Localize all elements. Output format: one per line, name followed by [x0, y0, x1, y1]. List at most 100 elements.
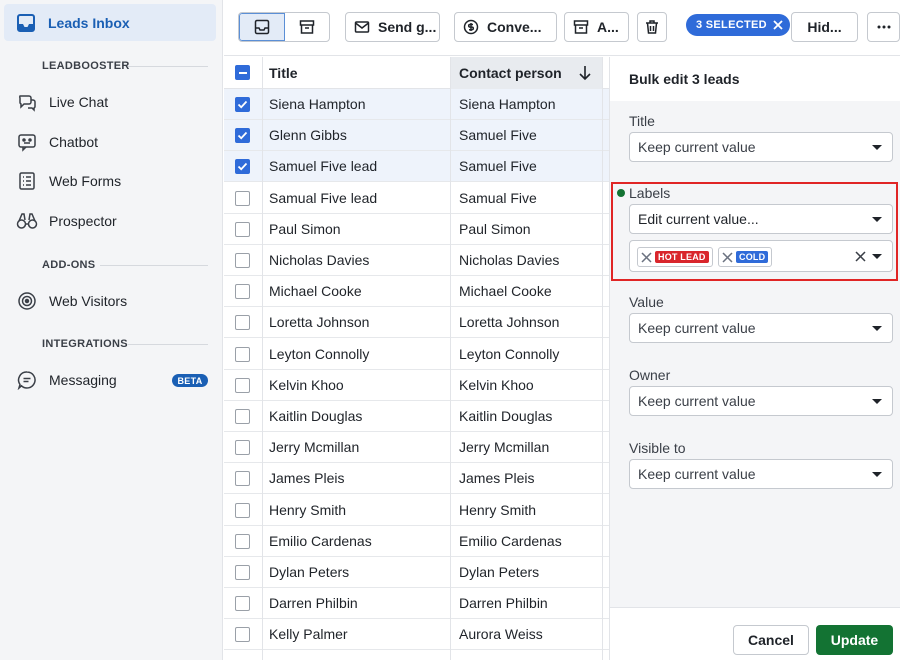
select-all-checkbox[interactable] [235, 65, 250, 80]
sidebar-item-web-forms[interactable]: Web Forms [16, 170, 216, 192]
table-row[interactable]: Samuel Five lead Samuel Five [224, 151, 609, 183]
cell-contact[interactable]: Emilio Cardenas [459, 526, 562, 556]
owner-select[interactable]: Keep current value [629, 386, 893, 416]
cell-contact[interactable]: Aurora Weiss [459, 619, 543, 649]
sort-arrow-down-icon[interactable] [578, 65, 592, 81]
archive-button[interactable]: A... [564, 12, 629, 42]
remove-tag-icon[interactable] [641, 251, 652, 263]
row-checkbox[interactable] [235, 253, 250, 268]
table-row[interactable]: Loretta Johnson Loretta Johnson [224, 307, 609, 339]
row-checkbox[interactable] [235, 596, 250, 612]
cell-contact[interactable]: Nicholas Davies [459, 245, 559, 275]
sidebar-item-prospector[interactable]: Prospector [16, 210, 216, 232]
table-row[interactable]: Jerry Mcmillan Jerry Mcmillan [224, 432, 609, 464]
cell-title[interactable]: Jerry Mcmillan [269, 432, 359, 462]
hide-button[interactable]: Hid... [791, 12, 858, 42]
convert-button[interactable]: Conve... [454, 12, 557, 42]
table-row[interactable]: Glenn Gibbs Samuel Five [224, 120, 609, 152]
cell-title[interactable]: Michael Cooke [269, 276, 362, 306]
delete-button[interactable] [637, 12, 667, 42]
table-row[interactable]: Dylan Peters Dylan Peters [224, 557, 609, 588]
table-row[interactable]: James Pleis James Pleis [224, 463, 609, 495]
visible-to-select[interactable]: Keep current value [629, 459, 893, 489]
remove-tag-icon[interactable] [722, 251, 733, 263]
value-select[interactable]: Keep current value [629, 313, 893, 343]
table-row[interactable]: Kaitlin Douglas Kaitlin Douglas [224, 401, 609, 432]
cell-contact[interactable]: Loretta Johnson [459, 307, 559, 337]
row-checkbox[interactable] [235, 159, 250, 175]
table-row[interactable]: Henry Smith Henry Smith [224, 495, 609, 526]
cell-title[interactable]: Nicholas Davies [269, 245, 369, 275]
cell-title[interactable]: Loretta Johnson [269, 307, 369, 337]
row-checkbox[interactable] [235, 440, 250, 456]
row-checkbox[interactable] [235, 502, 250, 518]
row-checkbox[interactable] [235, 190, 250, 206]
sidebar-item-leads-inbox[interactable]: Leads Inbox [4, 4, 216, 41]
cell-contact[interactable]: Samual Five [459, 183, 537, 213]
table-row[interactable]: Emilio Cardenas Emilio Cardenas [224, 526, 609, 557]
cell-title[interactable]: Henry Smith [269, 495, 346, 525]
cell-title[interactable]: James Pleis [269, 463, 344, 493]
labels-mode-select[interactable]: Edit current value... [629, 204, 893, 234]
cell-contact[interactable]: Leyton Connolly [459, 339, 559, 369]
row-checkbox[interactable] [235, 627, 250, 643]
cell-title[interactable]: Samuel Five lead [269, 151, 377, 181]
table-row[interactable]: Paul Simon Paul Simon [224, 214, 609, 245]
table-row[interactable]: Michael Cooke Michael Cooke [224, 276, 609, 308]
cell-contact[interactable]: James Pleis [459, 463, 534, 493]
row-checkbox[interactable] [235, 533, 250, 549]
selection-badge[interactable]: 3 SELECTED [686, 14, 790, 36]
cell-contact[interactable]: Siena Hampton [459, 89, 556, 119]
row-checkbox[interactable] [235, 97, 250, 112]
title-select[interactable]: Keep current value [629, 132, 893, 162]
row-checkbox[interactable] [235, 565, 250, 580]
send-button[interactable]: Send g... [345, 12, 440, 42]
cell-title[interactable]: Siena Hampton [269, 89, 366, 119]
cell-contact[interactable]: Paul Simon [459, 214, 531, 244]
sidebar-item-live-chat[interactable]: Live Chat [16, 91, 216, 113]
archive-view-button[interactable] [285, 13, 329, 41]
row-checkbox[interactable] [235, 128, 250, 144]
row-checkbox[interactable] [235, 315, 250, 331]
cell-title[interactable]: Leyton Connolly [269, 339, 369, 369]
table-row[interactable]: Nicholas Davies Nicholas Davies [224, 245, 609, 276]
cell-title[interactable]: Darren Philbin [269, 588, 358, 618]
cell-contact[interactable]: Jerry Mcmillan [459, 432, 549, 462]
sidebar-item-chatbot[interactable]: Chatbot [16, 131, 216, 153]
row-checkbox[interactable] [235, 346, 250, 362]
cell-title[interactable]: Dylan Peters [269, 557, 349, 587]
row-checkbox[interactable] [235, 409, 250, 424]
cell-title[interactable]: Emilio Cardenas [269, 526, 372, 556]
table-row[interactable]: Darren Philbin Darren Philbin [224, 588, 609, 620]
sidebar-item-web-visitors[interactable]: Web Visitors [16, 290, 216, 312]
cell-contact[interactable]: Kaitlin Douglas [459, 401, 552, 431]
cell-contact[interactable]: Samuel Five [459, 120, 537, 150]
inbox-view-button[interactable] [239, 13, 285, 41]
cell-title[interactable]: Kelvin Khoo [269, 370, 344, 400]
cell-contact[interactable]: Henry Smith [459, 495, 536, 525]
table-row[interactable]: Siena Hampton Siena Hampton [224, 89, 609, 120]
cell-title[interactable]: Kaitlin Douglas [269, 401, 362, 431]
cell-contact[interactable]: Kelvin Khoo [459, 370, 534, 400]
cell-contact[interactable]: Michael Cooke [459, 276, 552, 306]
close-icon[interactable] [772, 19, 784, 31]
table-row[interactable]: Kelly Palmer Aurora Weiss [224, 619, 609, 651]
cancel-button[interactable]: Cancel [733, 625, 809, 655]
cell-title[interactable]: Kelly Palmer [269, 619, 348, 649]
row-checkbox[interactable] [235, 377, 250, 393]
row-checkbox[interactable] [235, 471, 250, 487]
cell-title[interactable]: Samual Five lead [269, 183, 377, 213]
cell-title[interactable]: Paul Simon [269, 214, 341, 244]
clear-icon[interactable] [855, 251, 866, 262]
table-row[interactable]: Samual Five lead Samual Five [224, 183, 609, 214]
table-row[interactable]: Leyton Connolly Leyton Connolly [224, 339, 609, 370]
column-header-title[interactable]: Title [269, 57, 298, 89]
labels-tag-input[interactable]: HOT LEAD COLD [629, 240, 893, 272]
cell-contact[interactable]: Dylan Peters [459, 557, 539, 587]
more-button[interactable] [867, 12, 900, 42]
table-row[interactable]: Kelvin Khoo Kelvin Khoo [224, 370, 609, 401]
cell-contact[interactable]: Samuel Five [459, 151, 537, 181]
row-checkbox[interactable] [235, 284, 250, 300]
column-header-contact[interactable]: Contact person [451, 57, 602, 89]
cell-title[interactable]: Glenn Gibbs [269, 120, 347, 150]
